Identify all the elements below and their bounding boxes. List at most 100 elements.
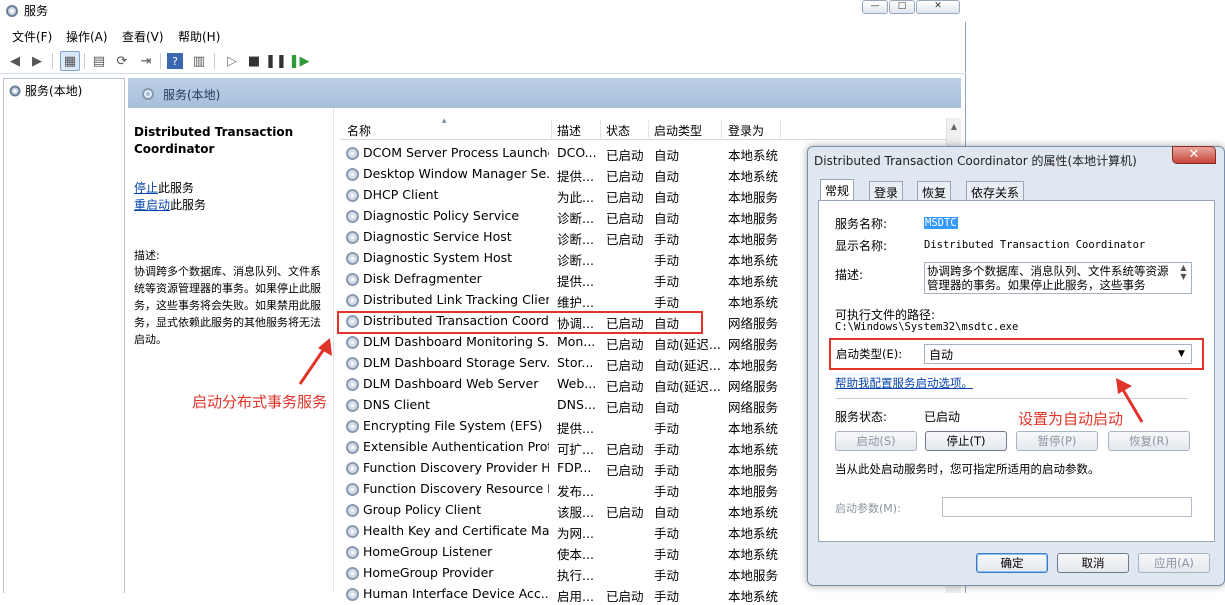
help-configure-link[interactable]: 帮助我配置服务启动选项。 [835,375,973,391]
service-status: 已启动 [606,148,644,163]
refresh-icon[interactable]: ⟳ [112,51,132,71]
service-name: Diagnostic System Host [363,250,513,265]
stop-button[interactable]: 停止(T) [925,431,1007,451]
action-pane-icon[interactable]: ▥ [189,51,209,71]
service-logon-as: 网络服务 [728,316,779,331]
services-gear-icon [142,88,154,100]
column-status[interactable]: 状态 [606,122,630,139]
restart-service-icon[interactable]: ❚▶ [289,51,310,71]
service-logon-as: 网络服务 [728,379,779,394]
table-row[interactable]: Human Interface Device Acc... 启用... 已启动 手动 本… [340,584,946,605]
window-title: 服务 [24,4,49,18]
back-arrow-icon[interactable]: ◀ [5,51,25,71]
restart-service-suffix: 此服务 [170,198,207,212]
column-separator[interactable] [600,120,601,138]
service-name: DLM Dashboard Monitoring S... [363,334,549,349]
stop-service-icon[interactable]: ■ [244,51,264,71]
service-name-value[interactable]: MSDTC [924,217,958,229]
pause-service-icon[interactable]: ❚❚ [265,51,287,71]
menu-help[interactable]: 帮助(H) [178,28,220,45]
column-name[interactable]: 名称 [347,122,371,139]
apply-button[interactable]: 应用(A) [1138,553,1210,573]
service-description: 使本... [557,547,594,562]
display-name-label: 显示名称: [835,239,888,253]
service-logon-as: 本地服务 [728,358,779,373]
export-list-icon[interactable]: ⇥ [136,51,156,71]
dialog-title: Distributed Transaction Coordinator 的属性(… [814,154,1137,168]
menu-action[interactable]: 操作(A) [66,28,108,45]
startup-type-label: 启动类型(E): [836,347,903,361]
description-scrollbar[interactable]: ▲ ▼ [1176,263,1191,293]
service-description: 可扩... [557,442,594,457]
close-button[interactable]: ✕ [916,0,960,14]
service-status: 已启动 [606,589,644,604]
service-description: 提供... [557,169,594,184]
tab-general[interactable]: 常规 [820,179,855,201]
minimize-button[interactable]: — [862,0,888,14]
service-logon-as: 本地系统 [728,148,779,163]
service-name: Disk Defragmenter [363,271,482,286]
service-gear-icon [346,504,359,517]
scroll-up-icon[interactable]: ▲ [947,122,961,131]
cancel-button[interactable]: 取消 [1057,553,1129,573]
service-logon-as: 本地系统 [728,295,779,310]
service-description: DCO... [557,145,597,160]
tab-logon[interactable]: 登录 [869,181,904,201]
ok-button[interactable]: 确定 [976,553,1048,573]
dialog-description-box[interactable]: 协调跨多个数据库、消息队列、文件系统等资源管理器的事务。如果停止此服务，这些事务 [924,262,1192,294]
column-separator[interactable] [648,120,649,138]
service-status: 已启动 [606,211,644,226]
start-service-icon[interactable]: ▷ [222,51,242,71]
tree-item-label: 服务(本地) [25,84,83,98]
service-gear-icon [346,462,359,475]
console-tree-icon[interactable]: ▦ [60,51,80,71]
column-logon-as[interactable]: 登录为 [728,122,764,139]
pause-button[interactable]: 暂停(P) [1016,431,1098,451]
annotation-highlight-row [337,311,703,334]
column-separator[interactable] [721,120,722,138]
service-description: Mon... [557,334,596,349]
service-logon-as: 本地系统 [728,169,779,184]
start-params-label: 启动参数(M): [835,502,901,515]
service-startup-type: 自动 [654,400,680,415]
properties-list-icon[interactable]: ▤ [89,51,109,71]
display-name-value[interactable]: Distributed Transaction Coordinator [924,239,1145,251]
toolbar-separator [160,53,161,69]
service-gear-icon [346,378,359,391]
service-name: Diagnostic Policy Service [363,208,520,223]
column-startup-type[interactable]: 启动类型 [654,122,702,139]
column-description[interactable]: 描述 [557,122,581,139]
menu-file[interactable]: 文件(F) [12,28,52,45]
dialog-close-button[interactable]: ✕ [1172,146,1216,164]
menu-view[interactable]: 查看(V) [122,28,164,45]
tree-item-services-local[interactable]: 服务(本地) [8,82,82,99]
resume-button[interactable]: 恢复(R) [1108,431,1190,451]
service-name: Function Discovery Provider H... [363,460,549,475]
tab-recovery[interactable]: 恢复 [917,181,952,201]
service-name: DLM Dashboard Storage Serv... [363,355,549,370]
service-status: 已启动 [606,463,644,478]
maximize-button[interactable]: □ [889,0,915,14]
stop-service-link[interactable]: 停止 [134,181,158,195]
service-logon-as: 本地服务 [728,463,779,478]
startup-type-select[interactable]: 自动 [924,344,1192,364]
restart-service-link[interactable]: 重启动 [134,198,170,212]
column-separator[interactable] [551,120,552,138]
forward-arrow-icon[interactable]: ▶ [27,51,47,71]
service-name: DNS Client [363,397,431,412]
start-button[interactable]: 启动(S) [835,431,917,451]
column-separator[interactable] [780,120,781,138]
service-startup-type: 手动 [654,589,680,604]
service-startup-type: 手动 [654,547,680,562]
service-startup-type: 自动(延迟... [654,379,720,394]
service-name: DCOM Server Process Launcher [363,145,549,160]
service-name: Human Interface Device Acc... [363,586,549,601]
service-name: HomeGroup Listener [363,544,493,559]
service-name: DHCP Client [363,187,439,202]
chevron-down-icon[interactable]: ▼ [1178,349,1185,359]
tab-dependencies[interactable]: 依存关系 [966,181,1025,201]
help-icon[interactable]: ? [167,53,183,69]
service-name: Desktop Window Manager Se... [363,166,549,181]
service-gear-icon [346,294,359,307]
start-params-input[interactable] [942,497,1192,517]
